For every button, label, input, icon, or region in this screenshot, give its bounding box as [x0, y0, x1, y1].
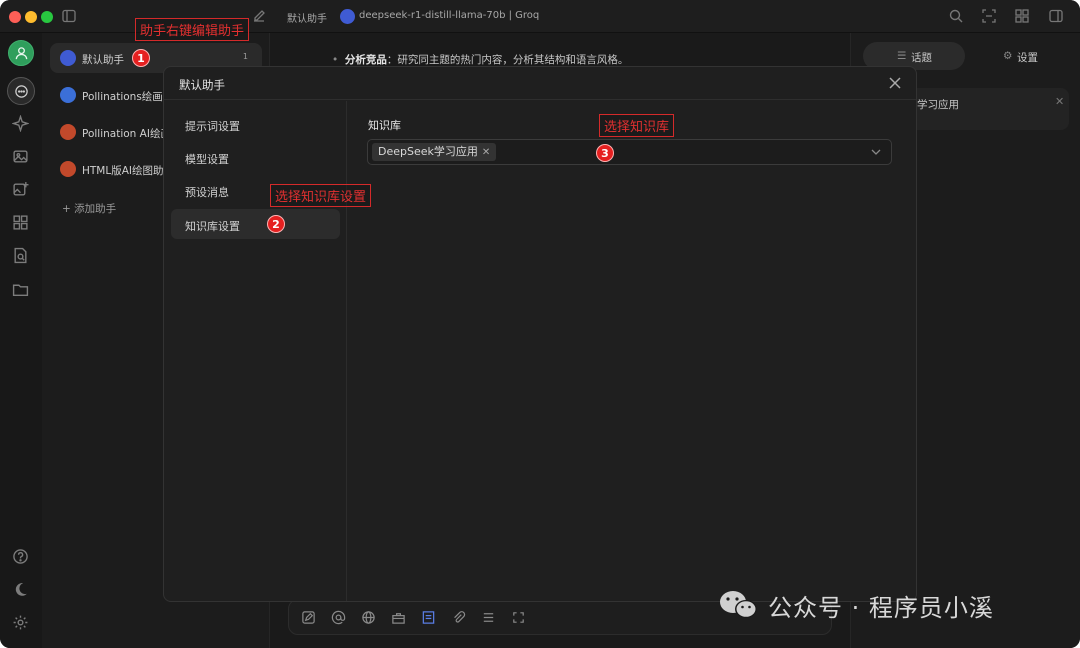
apps-icon[interactable]	[12, 214, 29, 231]
tab-topics-label: 话题	[911, 52, 932, 64]
mention-icon[interactable]	[331, 610, 346, 625]
model-name[interactable]: deepseek-r1-distill-llama-70b | Groq	[359, 10, 539, 21]
assistant-label: Pollinations绘画	[82, 91, 163, 103]
help-icon[interactable]	[12, 548, 29, 565]
topic-count: 1	[242, 52, 248, 61]
knowledge-base-select[interactable]: DeepSeek学习应用 ✕	[367, 139, 892, 165]
window-title: 默认助手	[287, 14, 327, 25]
edit-icon[interactable]	[301, 610, 316, 625]
model-avatar	[340, 9, 355, 24]
assistant-avatar	[60, 87, 76, 103]
assistant-avatar	[60, 161, 76, 177]
nav-label: 知识库设置	[185, 220, 240, 233]
bullet-text: ：研究同主题的热门内容，分析其结构和语言风格。	[386, 54, 629, 66]
sparkle-icon[interactable]	[12, 115, 29, 132]
tab-settings-label: 设置	[1017, 52, 1038, 64]
minimize-window-button[interactable]	[25, 11, 37, 23]
nav-label: 模型设置	[185, 153, 229, 166]
modal-title: 默认助手	[179, 78, 225, 92]
modal-nav: 提示词设置 模型设置 预设消息 知识库设置	[164, 101, 347, 601]
annotation-edit-assistant: 助手右键编辑助手	[135, 18, 250, 41]
watermark-text: 公众号 · 程序员小溪	[768, 594, 994, 622]
search-icon[interactable]	[948, 8, 964, 24]
step-badge-1: 1	[132, 49, 150, 67]
app-window: 默认助手 deepseek-r1-distill-llama-70b | Gro…	[0, 0, 1080, 648]
annotation-select-kb: 选择知识库	[599, 114, 675, 137]
user-icon	[15, 47, 28, 60]
knowledge-base-icon[interactable]	[421, 610, 436, 625]
bullet-bold: 分析竞品	[344, 54, 387, 66]
nav-label: 预设消息	[185, 186, 229, 199]
wechat-icon	[720, 591, 757, 618]
remove-tag-icon[interactable]: ✕	[482, 147, 490, 158]
fullscreen-icon[interactable]	[511, 610, 526, 625]
assistant-label: 默认助手	[82, 54, 124, 66]
chat-bubble-icon	[15, 85, 28, 98]
assistant-avatar	[60, 50, 76, 66]
nav-knowledge-settings[interactable]: 知识库设置	[171, 209, 340, 239]
new-chat-icon[interactable]	[251, 8, 267, 24]
step-badge-3: 3	[596, 144, 614, 162]
nav-label: 提示词设置	[185, 120, 240, 133]
knowledge-base-label: 知识库	[368, 119, 401, 132]
message-bullet: • 分析竞品：研究同主题的热门内容，分析其结构和语言风格。	[332, 54, 629, 66]
topic-title: 学习应用	[917, 99, 959, 111]
add-assistant-button[interactable]: + 添加助手	[62, 201, 116, 216]
annotation-select-kb-settings: 选择知识库设置	[270, 184, 372, 207]
image-icon[interactable]	[12, 148, 29, 165]
user-avatar[interactable]	[8, 40, 34, 66]
maximize-window-button[interactable]	[41, 11, 53, 23]
nav-prompt-settings[interactable]: 提示词设置	[171, 109, 340, 139]
selected-knowledge-tag: DeepSeek学习应用 ✕	[372, 143, 497, 161]
gear-icon: ⚙	[1003, 50, 1013, 62]
expand-icon[interactable]	[981, 8, 997, 24]
chevron-down-icon[interactable]	[870, 146, 882, 158]
image-add-icon[interactable]	[12, 181, 29, 198]
chat-nav-active[interactable]	[7, 77, 35, 105]
assistant-settings-modal: 默认助手 提示词设置 模型设置 预设消息 知识库设置 知识库 DeepSeek学…	[163, 66, 917, 602]
grid-icon[interactable]	[1014, 8, 1030, 24]
close-window-button[interactable]	[9, 11, 21, 23]
nav-model-settings[interactable]: 模型设置	[171, 142, 340, 172]
moon-icon[interactable]	[12, 581, 29, 598]
toolbox-icon[interactable]	[391, 610, 406, 625]
right-panel-toggle-icon[interactable]	[1048, 8, 1064, 24]
tag-label: DeepSeek学习应用	[378, 145, 478, 158]
close-icon[interactable]	[888, 76, 902, 90]
document-search-icon[interactable]	[12, 247, 29, 264]
assistant-avatar	[60, 124, 76, 140]
assistant-label: Pollination AI绘画	[82, 128, 171, 140]
list-icon[interactable]	[481, 610, 496, 625]
modal-header: 默认助手	[164, 67, 916, 100]
gear-icon[interactable]	[12, 614, 29, 631]
close-icon[interactable]: ✕	[1055, 95, 1064, 108]
globe-icon[interactable]	[361, 610, 376, 625]
sidebar-toggle-icon[interactable]	[61, 8, 77, 24]
step-badge-2: 2	[267, 215, 285, 233]
attachment-icon[interactable]	[451, 610, 466, 625]
tab-settings[interactable]: ⚙ 设置	[977, 42, 1071, 70]
assistant-label: HTML版AI绘图助	[82, 165, 164, 177]
folder-icon[interactable]	[12, 281, 29, 298]
